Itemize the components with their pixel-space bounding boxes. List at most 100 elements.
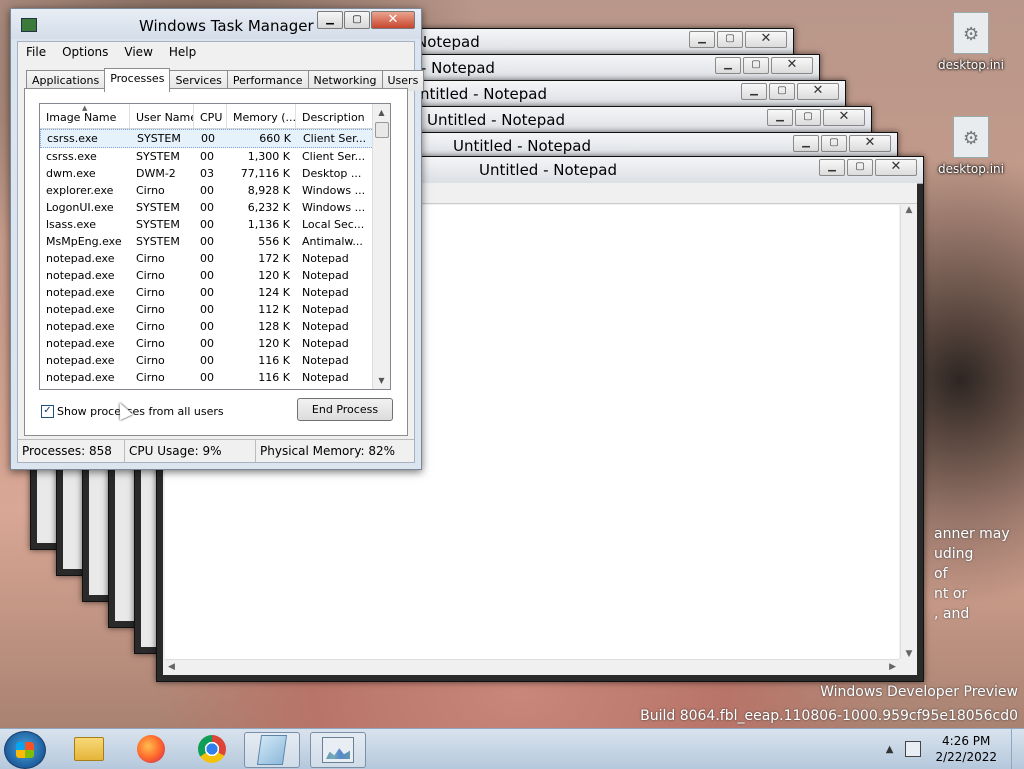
table-row[interactable]: csrss.exe SYSTEM 00 660 K Client Ser... bbox=[40, 129, 390, 148]
cell-user-name: SYSTEM bbox=[136, 235, 180, 248]
task-manager-window[interactable]: Windows Task Manager ▁ ▢ ✕ File Options … bbox=[10, 8, 425, 470]
table-row[interactable]: notepad.exe Cirno 00 172 K Notepad bbox=[40, 250, 390, 267]
wallpaper-text-line: nt or bbox=[934, 586, 968, 602]
desktop-icon-desktop-ini-1[interactable]: desktop.ini bbox=[936, 12, 1006, 72]
column-description[interactable]: Description bbox=[296, 104, 374, 128]
cell-image-name: notepad.exe bbox=[46, 303, 115, 316]
table-row[interactable]: lsass.exe SYSTEM 00 1,136 K Local Sec... bbox=[40, 216, 390, 233]
taskbar-firefox[interactable] bbox=[124, 732, 178, 766]
table-row[interactable]: notepad.exe Cirno 00 112 K Notepad bbox=[40, 301, 390, 318]
desktop-icon-desktop-ini-2[interactable]: desktop.ini bbox=[936, 116, 1006, 176]
maximize-button[interactable]: ▢ bbox=[795, 109, 821, 126]
maximize-button[interactable]: ▢ bbox=[344, 11, 370, 29]
table-row[interactable]: LogonUI.exe SYSTEM 00 6,232 K Windows ... bbox=[40, 199, 390, 216]
show-all-processes-checkbox[interactable]: ✓ Show processes from all users bbox=[41, 405, 224, 418]
close-button[interactable]: ✕ bbox=[875, 159, 917, 176]
start-button[interactable] bbox=[4, 731, 46, 769]
window-title: Windows Task Manager bbox=[139, 17, 314, 35]
table-row[interactable]: explorer.exe Cirno 00 8,928 K Windows ... bbox=[40, 182, 390, 199]
scroll-down-arrow-icon[interactable]: ▼ bbox=[901, 649, 917, 659]
notepad-title: Untitled - Notepad bbox=[427, 111, 566, 129]
show-desktop-button[interactable] bbox=[1011, 729, 1024, 769]
status-cpu-usage: CPU Usage: 9% bbox=[125, 440, 256, 462]
notepad-icon bbox=[256, 735, 288, 765]
scrollbar-thumb[interactable] bbox=[375, 122, 389, 138]
table-row[interactable]: dwm.exe DWM-2 03 77,116 K Desktop ... bbox=[40, 165, 390, 182]
close-button[interactable]: ✕ bbox=[771, 57, 813, 74]
cell-user-name: Cirno bbox=[136, 286, 165, 299]
watermark-title: Windows Developer Preview bbox=[820, 684, 1018, 700]
menu-help[interactable]: Help bbox=[161, 42, 204, 62]
table-row[interactable]: notepad.exe Cirno 00 120 K Notepad bbox=[40, 335, 390, 352]
close-button[interactable]: ✕ bbox=[371, 11, 415, 29]
maximize-button[interactable]: ▢ bbox=[821, 135, 847, 152]
minimize-button[interactable]: ▁ bbox=[767, 109, 793, 126]
table-row[interactable]: notepad.exe Cirno 00 116 K Notepad bbox=[40, 369, 390, 386]
cell-user-name: SYSTEM bbox=[136, 218, 180, 231]
maximize-button[interactable]: ▢ bbox=[847, 159, 873, 176]
table-row[interactable]: notepad.exe Cirno 00 120 K Notepad bbox=[40, 267, 390, 284]
network-icon[interactable] bbox=[905, 741, 922, 757]
wallpaper-text-line: uding bbox=[934, 546, 974, 562]
desktop-icon-label: desktop.ini bbox=[938, 162, 1004, 176]
taskbar-chrome[interactable] bbox=[185, 732, 239, 766]
scroll-up-arrow-icon[interactable]: ▲ bbox=[373, 104, 390, 121]
cell-image-name: notepad.exe bbox=[46, 354, 115, 367]
close-button[interactable]: ✕ bbox=[797, 83, 839, 100]
cell-image-name: lsass.exe bbox=[46, 218, 96, 231]
wallpaper-text-line: of bbox=[934, 566, 948, 582]
horizontal-scrollbar[interactable]: ◀ ▶ bbox=[165, 659, 899, 675]
tab-processes[interactable]: Processes bbox=[104, 68, 171, 92]
checkbox-checkmark-icon[interactable]: ✓ bbox=[41, 405, 54, 418]
table-row[interactable]: notepad.exe Cirno 00 128 K Notepad bbox=[40, 318, 390, 335]
maximize-button[interactable]: ▢ bbox=[769, 83, 795, 100]
column-user-name[interactable]: User Name bbox=[130, 104, 194, 128]
taskbar-explorer[interactable] bbox=[62, 732, 116, 766]
chrome-icon bbox=[198, 735, 226, 763]
cell-image-name: LogonUI.exe bbox=[46, 201, 114, 214]
column-memory[interactable]: Memory (... bbox=[227, 104, 296, 128]
close-button[interactable]: ✕ bbox=[823, 109, 865, 126]
clock[interactable]: 4:26 PM 2/22/2022 bbox=[935, 733, 997, 765]
menu-file[interactable]: File bbox=[18, 42, 54, 62]
scroll-left-arrow-icon[interactable]: ◀ bbox=[168, 662, 175, 672]
taskbar-task-manager[interactable] bbox=[310, 732, 366, 768]
minimize-button[interactable]: ▁ bbox=[689, 31, 715, 48]
status-physical-memory: Physical Memory: 82% bbox=[260, 444, 396, 458]
table-row[interactable]: MsMpEng.exe SYSTEM 00 556 K Antimalw... bbox=[40, 233, 390, 250]
cell-cpu: 00 bbox=[200, 303, 214, 316]
vertical-scrollbar[interactable]: ▲ ▼ bbox=[900, 205, 917, 659]
minimize-button[interactable]: ▁ bbox=[793, 135, 819, 152]
close-button[interactable]: ✕ bbox=[849, 135, 891, 152]
minimize-button[interactable]: ▁ bbox=[819, 159, 845, 176]
table-row[interactable]: csrss.exe SYSTEM 00 1,300 K Client Ser... bbox=[40, 148, 390, 165]
maximize-button[interactable]: ▢ bbox=[743, 57, 769, 74]
process-rows: csrss.exe SYSTEM 00 660 K Client Ser... csrss… bbox=[40, 129, 390, 386]
scroll-right-arrow-icon[interactable]: ▶ bbox=[889, 662, 896, 672]
menu-view[interactable]: View bbox=[116, 42, 160, 62]
column-cpu[interactable]: CPU bbox=[194, 104, 227, 128]
table-row[interactable]: notepad.exe Cirno 00 124 K Notepad bbox=[40, 284, 390, 301]
end-process-button[interactable]: End Process bbox=[297, 398, 393, 421]
close-button[interactable]: ✕ bbox=[745, 31, 787, 48]
cell-description: Notepad bbox=[302, 320, 349, 333]
task-manager-icon bbox=[21, 18, 37, 32]
task-manager-title-bar[interactable]: Windows Task Manager ▁ ▢ ✕ bbox=[11, 9, 421, 39]
scroll-down-arrow-icon[interactable]: ▼ bbox=[373, 372, 390, 389]
cell-user-name: Cirno bbox=[136, 337, 165, 350]
maximize-button[interactable]: ▢ bbox=[717, 31, 743, 48]
scroll-up-arrow-icon[interactable]: ▲ bbox=[901, 205, 917, 215]
show-hidden-icons-icon[interactable]: ▲ bbox=[886, 744, 894, 755]
menu-options[interactable]: Options bbox=[54, 42, 116, 62]
watermark-build: Build 8064.fbl_eeap.110806-1000.959cf95e… bbox=[640, 708, 1018, 724]
taskbar-notepad[interactable] bbox=[244, 732, 300, 768]
clock-date: 2/22/2022 bbox=[935, 750, 997, 764]
minimize-button[interactable]: ▁ bbox=[741, 83, 767, 100]
table-row[interactable]: notepad.exe Cirno 00 116 K Notepad bbox=[40, 352, 390, 369]
minimize-button[interactable]: ▁ bbox=[715, 57, 741, 74]
cell-image-name: csrss.exe bbox=[47, 132, 98, 145]
vertical-scrollbar[interactable]: ▲ ▼ bbox=[372, 104, 390, 389]
minimize-button[interactable]: ▁ bbox=[317, 11, 343, 29]
process-list[interactable]: Image Name User Name CPU Memory (... Des… bbox=[39, 103, 391, 390]
cell-cpu: 00 bbox=[200, 150, 214, 163]
